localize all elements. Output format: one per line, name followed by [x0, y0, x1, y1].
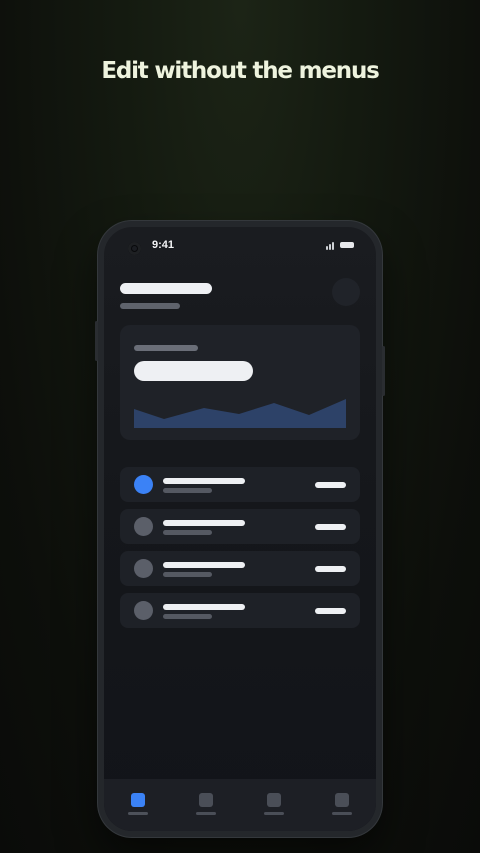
item-title-placeholder [163, 604, 245, 610]
power-button [382, 346, 385, 396]
phone-screen: 9:41 [104, 227, 376, 831]
list-item[interactable] [120, 509, 360, 544]
item-subtitle-placeholder [163, 572, 212, 577]
headline: Edit without the menus [101, 58, 380, 84]
item-subtitle-placeholder [163, 488, 212, 493]
item-title-placeholder [163, 520, 245, 526]
tab-indicator [196, 812, 216, 815]
title-placeholder [120, 283, 212, 294]
volume-button [95, 321, 98, 361]
tab-indicator [264, 812, 284, 815]
item-subtitle-placeholder [163, 530, 212, 535]
tab-icon [199, 793, 213, 807]
status-time: 9:41 [152, 239, 175, 251]
phone-frame: 9:41 [95, 221, 385, 837]
tab-icon [131, 793, 145, 807]
nav-tab-4[interactable] [322, 779, 362, 831]
avatar[interactable] [332, 278, 360, 306]
item-subtitle-placeholder [163, 614, 212, 619]
subtitle-placeholder [120, 303, 180, 309]
tab-indicator [332, 812, 352, 815]
sparkline-chart [134, 399, 346, 428]
item-title-placeholder [163, 478, 245, 484]
signal-icon [326, 241, 338, 250]
item-value-placeholder [315, 608, 346, 614]
item-value-placeholder [315, 566, 346, 572]
item-title-placeholder [163, 562, 245, 568]
summary-card[interactable] [120, 325, 360, 440]
list-item[interactable] [120, 593, 360, 628]
item-indicator [134, 601, 153, 620]
tab-indicator [128, 812, 148, 815]
item-indicator [134, 559, 153, 578]
bottom-nav [104, 779, 376, 831]
nav-tab-2[interactable] [186, 779, 226, 831]
list-item[interactable] [120, 467, 360, 502]
battery-icon [340, 242, 354, 248]
item-indicator [134, 475, 153, 494]
item-value-placeholder [315, 524, 346, 530]
nav-tab-1[interactable] [118, 779, 158, 831]
item-value-placeholder [315, 482, 346, 488]
list-item[interactable] [120, 551, 360, 586]
nav-tab-3[interactable] [254, 779, 294, 831]
tab-icon [335, 793, 349, 807]
tab-icon [267, 793, 281, 807]
camera-icon [128, 242, 141, 255]
item-indicator [134, 517, 153, 536]
